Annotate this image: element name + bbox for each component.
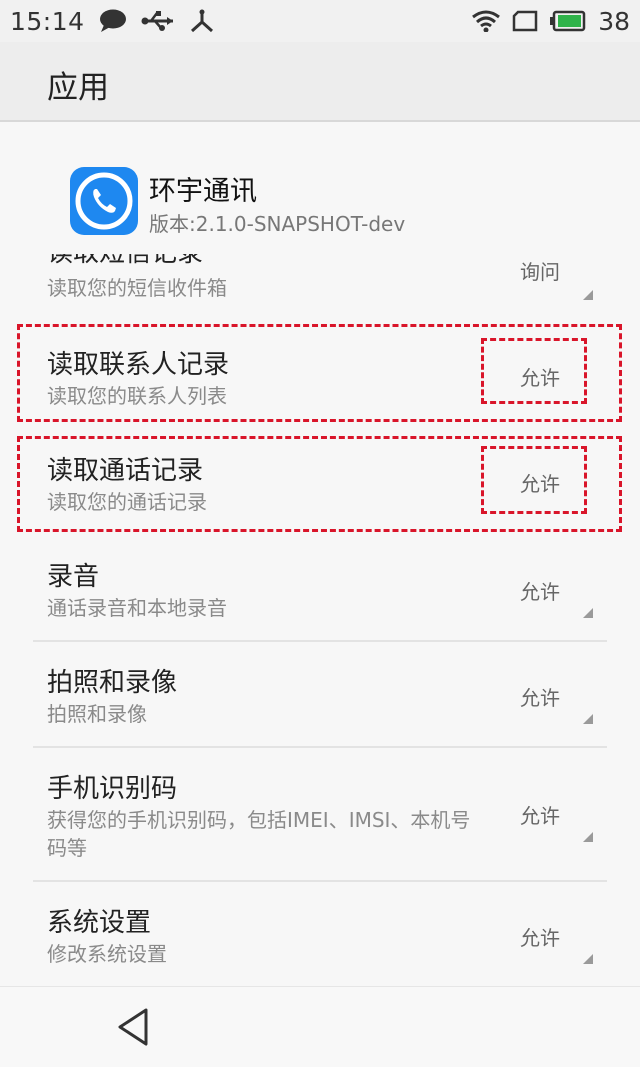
permission-title: 系统设置 (47, 908, 152, 938)
dropdown-corner-icon (583, 714, 593, 724)
app-name: 环宇通讯 (149, 176, 257, 207)
battery-icon (550, 10, 586, 32)
app-header: 环宇通讯 版本:2.1.0-SNAPSHOT-dev (0, 122, 640, 254)
usb-icon (141, 11, 173, 31)
app-version: 版本:2.1.0-SNAPSHOT-dev (149, 212, 406, 236)
permission-value[interactable]: 允许 (520, 576, 560, 605)
dropdown-corner-icon (583, 608, 593, 618)
permission-row-sms[interactable]: 读取短信记录 读取您的短信收件箱 询问 (0, 254, 640, 306)
status-bar: 15:14 38 (0, 0, 640, 42)
permission-desc: 修改系统设置 (47, 942, 167, 966)
permission-value[interactable]: 允许 (520, 362, 560, 391)
phone-app-icon (70, 167, 138, 235)
permission-row-camera[interactable]: 拍照和录像 拍照和录像 允许 (0, 642, 640, 748)
dropdown-corner-icon (583, 832, 593, 842)
permission-desc: 获得您的手机识别码，包括IMEI、IMSI、本机号码等 (47, 808, 471, 860)
permission-row-system-settings[interactable]: 系统设置 修改系统设置 允许 (0, 882, 640, 986)
permission-title: 录音 (47, 562, 100, 592)
back-button[interactable] (112, 1005, 156, 1049)
page-title: 应用 (47, 70, 109, 106)
battery-percent: 38 (598, 6, 630, 36)
permission-title: 拍照和录像 (47, 668, 178, 698)
permission-title: 读取联系人记录 (47, 350, 230, 380)
permission-value[interactable]: 允许 (520, 682, 560, 711)
permission-desc: 拍照和录像 (47, 702, 147, 726)
wifi-icon (472, 10, 501, 32)
permission-desc: 读取您的短信收件箱 (47, 276, 227, 300)
permission-title: 手机识别码 (47, 774, 178, 804)
permission-row-call-log[interactable]: 读取通话记录 读取您的通话记录 允许 (0, 436, 640, 536)
permission-value[interactable]: 允许 (520, 468, 560, 497)
permission-row-contacts[interactable]: 读取联系人记录 读取您的联系人列表 允许 (0, 324, 640, 432)
permission-list[interactable]: 读取短信记录 读取您的短信收件箱 询问 读取联系人记录 读取您的联系人列表 允许… (0, 254, 640, 986)
dropdown-corner-icon (583, 290, 593, 300)
permission-row-device-id[interactable]: 手机识别码 获得您的手机识别码，包括IMEI、IMSI、本机号码等 允许 (0, 748, 640, 882)
permission-value[interactable]: 允许 (520, 922, 560, 951)
sim-icon (512, 10, 538, 32)
permission-desc: 通话录音和本地录音 (47, 596, 227, 620)
permission-row-record-audio[interactable]: 录音 通话录音和本地录音 允许 (0, 544, 640, 642)
dropdown-corner-icon (583, 954, 593, 964)
message-icon (99, 9, 126, 32)
permission-desc: 读取您的通话记录 (47, 490, 207, 514)
permission-desc: 读取您的联系人列表 (47, 384, 227, 408)
navigation-bar (0, 986, 640, 1067)
permission-value[interactable]: 允许 (520, 800, 560, 829)
permission-title: 读取通话记录 (47, 456, 204, 486)
app-bar: 应用 (0, 42, 640, 122)
back-triangle-icon (118, 1008, 148, 1046)
status-time: 15:14 (10, 6, 85, 36)
permission-value[interactable]: 询问 (520, 256, 560, 285)
permission-title: 读取短信记录 (47, 254, 203, 269)
debug-icon (190, 9, 213, 33)
